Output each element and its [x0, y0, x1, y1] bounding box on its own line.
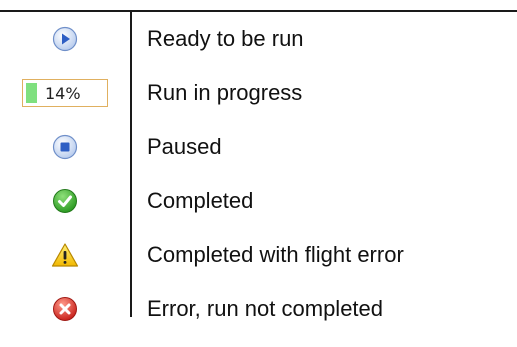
- legend-row-flight-error: Completed with flight error: [0, 228, 517, 282]
- legend-label-completed: Completed: [147, 188, 254, 213]
- legend-label-ready: Ready to be run: [147, 26, 304, 51]
- error-x-circle-icon: [0, 282, 130, 336]
- legend-row-ready: Ready to be run: [0, 12, 517, 66]
- warning-triangle-icon: [0, 228, 130, 282]
- legend-label-flight-error: Completed with flight error: [147, 242, 404, 267]
- legend-row-paused: Paused: [0, 120, 517, 174]
- progress-cell: 14%: [0, 66, 130, 120]
- legend-row-in-progress: 14% Run in progress: [0, 66, 517, 120]
- legend-label-paused: Paused: [147, 134, 222, 159]
- play-circle-icon: [0, 12, 130, 66]
- status-legend: Ready to be run 14% Run in progress Paus…: [0, 12, 517, 336]
- legend-row-error: Error, run not completed: [0, 282, 517, 336]
- legend-label-in-progress: Run in progress: [147, 80, 303, 105]
- legend-row-completed: Completed: [0, 174, 517, 228]
- progress-fill: [26, 83, 37, 103]
- check-circle-icon: [0, 174, 130, 228]
- progress-text: 14%: [45, 83, 81, 103]
- stop-circle-icon: [0, 120, 130, 174]
- progress-bar: 14%: [22, 79, 108, 107]
- legend-label-error: Error, run not completed: [147, 296, 384, 321]
